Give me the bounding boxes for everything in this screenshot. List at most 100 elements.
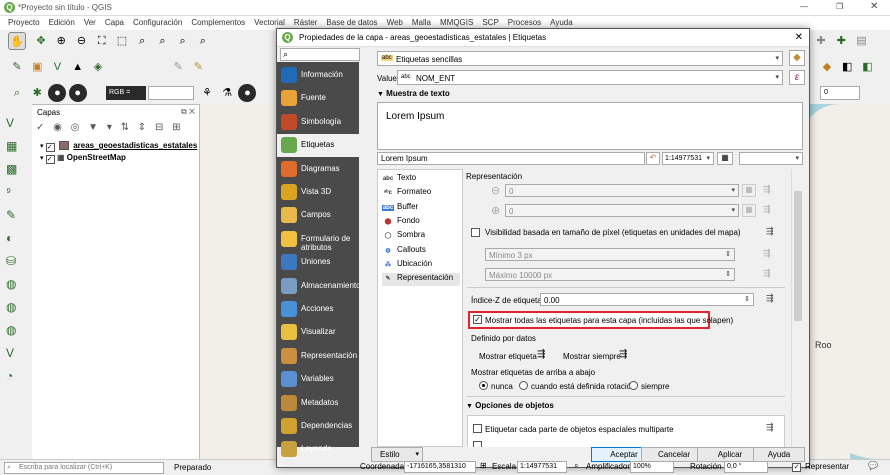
- label-tool-2-icon[interactable]: ◧: [838, 58, 856, 76]
- scp-tools[interactable]: ⚘ ⚗ ●: [198, 84, 257, 102]
- show-all-labels-checkbox[interactable]: ✓: [473, 315, 482, 324]
- pan-selection-icon[interactable]: ✥: [32, 32, 50, 50]
- preview-text-input[interactable]: Lorem Ipsum: [377, 152, 645, 165]
- pixel-visibility-checkbox[interactable]: [471, 228, 480, 237]
- plugin-3-icon[interactable]: ▤: [852, 32, 870, 50]
- add-postgis-icon[interactable]: ⛁: [6, 250, 17, 273]
- radio-always[interactable]: [629, 381, 638, 390]
- menu-item-capa[interactable]: Capa: [105, 18, 124, 27]
- rgb-value-combo[interactable]: [148, 86, 194, 100]
- zindex-spin[interactable]: 0.00 ⇕: [540, 293, 754, 306]
- close-icon[interactable]: ✕: [870, 1, 878, 12]
- preview-section-header[interactable]: ▼ Muestra de texto: [377, 89, 450, 98]
- scp-input-icon[interactable]: ●: [48, 84, 67, 102]
- map-nav-tools[interactable]: ✥ ⊕ ⊖ ⛶ ⬚ ⌕ ⌕ ⌕ ⌕: [32, 32, 212, 50]
- preview-bg-combo[interactable]: ▾: [739, 152, 803, 165]
- digitize-icon[interactable]: ✎: [8, 58, 26, 76]
- panel-float-icon[interactable]: ⧉ ✕: [181, 107, 195, 117]
- layer-visibility-checkbox[interactable]: ✓: [45, 143, 55, 152]
- menu-item-malla[interactable]: Malla: [412, 18, 431, 27]
- scale-max-dd-icon[interactable]: ⇶: [763, 204, 771, 215]
- scale-max-map-icon[interactable]: ▦: [742, 204, 756, 217]
- plugin-2-icon[interactable]: ✚: [832, 32, 850, 50]
- menu-item-ayuda[interactable]: Ayuda: [550, 18, 573, 27]
- tab-sombra[interactable]: ◯ Sombra: [382, 230, 460, 243]
- menu-item-base-de-datos[interactable]: Base de datos: [326, 18, 377, 27]
- tab-ubicación[interactable]: ⁂ Ubicación: [382, 259, 460, 272]
- sidebar-item-vista-3d[interactable]: Vista 3D: [277, 181, 359, 204]
- scp-zoom-icon[interactable]: ●: [238, 84, 257, 102]
- radio-never[interactable]: [479, 381, 488, 390]
- sidebar-item-formulario-de-atributos[interactable]: Formulario de atributos: [277, 228, 359, 252]
- map-scale-icon[interactable]: ▦: [717, 152, 733, 165]
- add-spatialite-icon[interactable]: ◐: [6, 227, 17, 250]
- sidebar-item-fuente[interactable]: Fuente: [277, 87, 359, 110]
- max-pixel-dd-icon[interactable]: ⇶: [763, 268, 771, 279]
- sidebar-item-metadatos[interactable]: Metadatos: [277, 392, 359, 415]
- plugin-icon[interactable]: ✚: [812, 32, 830, 50]
- label-tool-3-icon[interactable]: ◧: [858, 58, 876, 76]
- tab-buffer[interactable]: abc Buffer: [382, 202, 460, 215]
- tab-texto[interactable]: abc Texto: [382, 173, 460, 186]
- menu-item-web[interactable]: Web: [387, 18, 403, 27]
- dialog-close-icon[interactable]: ✕: [795, 32, 803, 43]
- add-feature-icon[interactable]: ▲: [69, 58, 87, 76]
- layers-toolbar[interactable]: ✓ ◉ ◎ ▼ ▾ ⇅ ⇕ ⊟ ⊞: [36, 122, 184, 133]
- rotation-spin[interactable]: 0,0 °: [724, 461, 768, 473]
- layer-visibility-checkbox[interactable]: ✓: [45, 155, 55, 164]
- sidebar-item-variables[interactable]: Variables: [277, 368, 359, 391]
- zoom-native-icon[interactable]: ⌕: [153, 32, 171, 50]
- minimize-icon[interactable]: —: [800, 2, 808, 11]
- rendering-scrollbar[interactable]: [791, 169, 803, 447]
- show-label-dd-icon[interactable]: ⇶: [537, 349, 545, 360]
- pan-tool-icon[interactable]: ✋: [8, 32, 26, 50]
- style-manager-icon[interactable]: ◆: [789, 50, 805, 66]
- menu-item-edición[interactable]: Edición: [49, 18, 75, 27]
- add-vector-icon[interactable]: V: [6, 112, 17, 135]
- scp-icon[interactable]: ✱: [28, 84, 46, 102]
- zoom-next-icon[interactable]: ⌕: [194, 32, 212, 50]
- sidebar-item-representación[interactable]: Representación: [277, 345, 359, 368]
- add-mesh-icon[interactable]: ▩: [6, 158, 17, 181]
- menu-item-configuración[interactable]: Configuración: [133, 18, 182, 27]
- tab-callouts[interactable]: ◍ Callouts: [382, 245, 460, 258]
- sidebar-item-campos[interactable]: Campos: [277, 204, 359, 227]
- tab-representación[interactable]: ✎ Representación: [382, 273, 460, 287]
- value-field-combo[interactable]: abc NOM_ENT ▾: [397, 70, 783, 85]
- sidebar-item-uniones[interactable]: Uniones: [277, 251, 359, 274]
- scale-max-combo[interactable]: 0 ▾: [505, 204, 739, 217]
- sidebar-item-dependencias[interactable]: Dependencias: [277, 415, 359, 438]
- add-wcs-icon[interactable]: ◍: [6, 319, 17, 342]
- sidebar-item-simbología[interactable]: Simbología: [277, 111, 359, 134]
- layer-item[interactable]: ▾ ✓ areas_geoestadisticas_estatales: [40, 141, 197, 152]
- edit-pencil-2-icon[interactable]: ✎: [189, 58, 207, 76]
- raster-tools[interactable]: ⌕ ✱ ● ●: [8, 84, 87, 102]
- zoom-layer-icon[interactable]: ⌕: [133, 32, 151, 50]
- sidebar-item-etiquetas[interactable]: Etiquetas: [277, 134, 359, 158]
- menu-item-ver[interactable]: Ver: [84, 18, 96, 27]
- zoom-in-icon[interactable]: ⊕: [52, 32, 70, 50]
- zoom-last-icon[interactable]: ⌕: [174, 32, 192, 50]
- add-wms-icon[interactable]: ◍: [6, 273, 17, 296]
- next-option-checkbox[interactable]: [473, 441, 482, 447]
- locator-search-input[interactable]: ⌕ Escriba para localizar (Ctrl+K): [4, 462, 164, 474]
- sidebar-item-diagramas[interactable]: Diagramas: [277, 158, 359, 181]
- new-layer-icon[interactable]: V: [6, 342, 17, 365]
- zoom-selection-icon[interactable]: ⬚: [113, 32, 131, 50]
- menu-item-complementos[interactable]: Complementos: [191, 18, 245, 27]
- messages-icon[interactable]: 💬: [868, 461, 878, 470]
- digitize-tools[interactable]: ✎ ▣ V ▲ ◈ ✎ ✎: [8, 58, 207, 76]
- render-checkbox[interactable]: ✓: [792, 463, 801, 472]
- toolbar-right-combo[interactable]: 0: [820, 86, 860, 100]
- menu-item-ráster[interactable]: Ráster: [294, 18, 318, 27]
- scale-combo[interactable]: 1:14977531: [517, 461, 567, 473]
- menu-item-procesos[interactable]: Procesos: [508, 18, 541, 27]
- vertex-tool-icon[interactable]: ◈: [89, 58, 107, 76]
- label-mode-combo[interactable]: abc Etiquetas sencillas ▾: [377, 51, 783, 66]
- multipart-dd-icon[interactable]: ⇶: [766, 422, 774, 433]
- expression-icon[interactable]: ε: [789, 70, 805, 85]
- zoom-out-icon[interactable]: ⊖: [72, 32, 90, 50]
- right-toolbar-row2[interactable]: ◆ ◧ ◧: [818, 58, 876, 76]
- tab-fondo[interactable]: ⬤ Fondo: [382, 216, 460, 229]
- zindex-dd-icon[interactable]: ⇶: [766, 293, 774, 304]
